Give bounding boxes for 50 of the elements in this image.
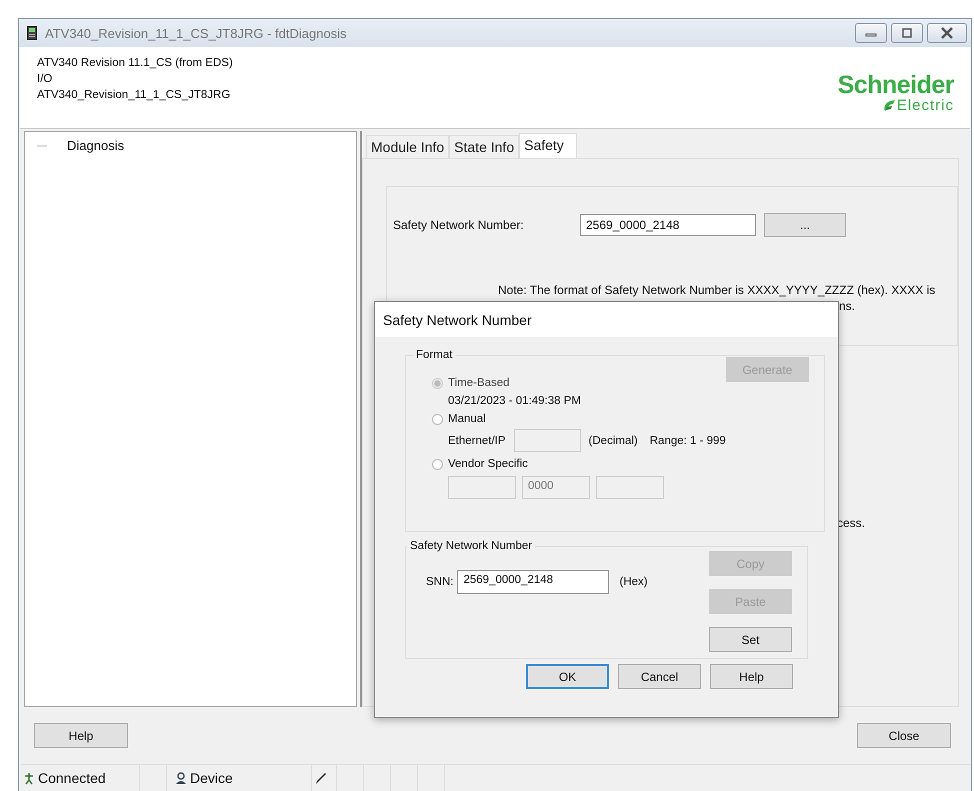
input-field[interactable]: 2569_0000_2148 [580, 214, 756, 236]
note-text: ns. [839, 299, 856, 313]
window-title: ATV340_Revision_11_1_CS_JT8JRG - fdtDiagnosis [45, 26, 347, 40]
maximize-button[interactable] [891, 23, 923, 43]
pencil-icon [314, 771, 328, 785]
logo-subtext: Electric [896, 98, 954, 113]
note-text: Note: The format of Safety Network Number is XXXX_YYYY_ZZZZ (hex). XXXX is [498, 283, 936, 297]
close-button[interactable]: Close [857, 723, 951, 748]
device-info-text: ATV340_Revision_11_1_CS_JT8JRG [37, 89, 232, 101]
range-text: Range: 1 - 999 [650, 434, 726, 446]
tab[interactable]: State Info [449, 135, 520, 158]
device-icon [27, 26, 37, 40]
field-label: Safety Network Number: [393, 218, 525, 232]
input-field[interactable] [514, 429, 581, 452]
radio-label: Manual [448, 413, 486, 425]
close-icon [940, 27, 954, 39]
tree-item[interactable]: Diagnosis [67, 138, 124, 153]
input-field[interactable]: 2569_0000_2148 [457, 570, 610, 594]
logo-icon [882, 98, 896, 112]
radio-button[interactable] [432, 458, 443, 470]
user-icon [175, 772, 187, 784]
tab[interactable]: Safety [519, 133, 577, 158]
device-info-text: I/O [37, 73, 54, 85]
group-title: Format [415, 349, 454, 361]
status-text: Connected [38, 770, 106, 786]
radio-label: Vendor Specific [448, 458, 528, 470]
unit-text: (Hex) [619, 576, 648, 588]
logo-text: Schneider [838, 73, 954, 98]
action-button[interactable]: Set [709, 627, 792, 652]
group-title: Safety Network Number [409, 540, 534, 552]
timestamp-text: 03/21/2023 - 01:49:38 PM [448, 395, 582, 407]
radio-label: Time-Based [448, 377, 510, 389]
help-button[interactable]: Help [34, 723, 128, 748]
tree-line-icon [37, 144, 47, 146]
radio-button[interactable] [432, 414, 443, 424]
dialog-button[interactable]: Help [710, 664, 793, 689]
maximize-icon [901, 28, 913, 38]
close-button[interactable] [927, 23, 967, 43]
network-icon [23, 772, 35, 784]
field-label: SNN: [426, 576, 454, 588]
dialog-button[interactable]: OK [526, 664, 609, 689]
dialog-title: Safety Network Number [383, 312, 532, 328]
unit-text: (Decimal) [588, 434, 638, 446]
minimize-button[interactable] [855, 23, 887, 43]
tab[interactable]: Module Info [366, 135, 450, 158]
browse-button[interactable]: ... [764, 213, 846, 237]
device-info-text: ATV340 Revision 11.1_CS (from EDS) [37, 57, 233, 69]
status-text: Device [190, 770, 233, 786]
dialog-button[interactable]: Cancel [618, 664, 701, 689]
field-label: Ethernet/IP [448, 434, 506, 446]
